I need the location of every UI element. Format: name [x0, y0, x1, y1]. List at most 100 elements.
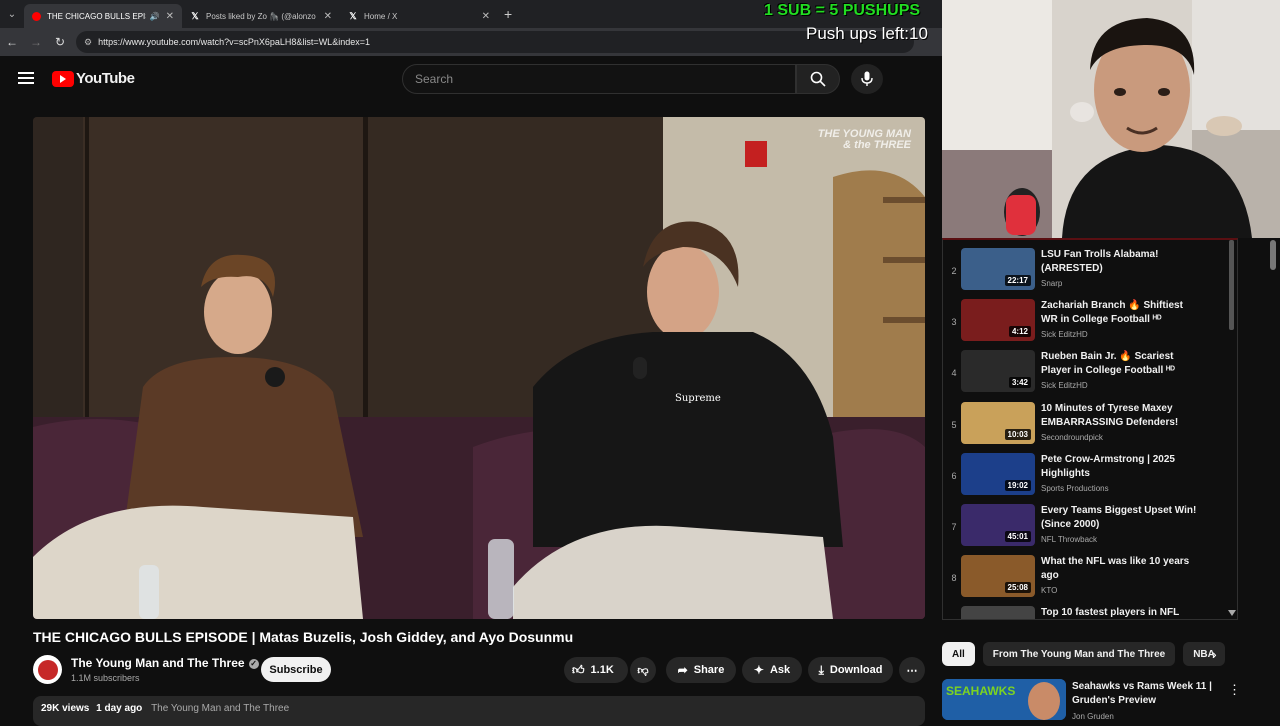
- playlist-item[interactable]: 6 19:02 Pete Crow-Armstrong | 2025 Highl…: [943, 451, 1233, 499]
- playlist-index: 7: [951, 522, 957, 532]
- webcam-overlay: [942, 0, 1280, 238]
- menu-icon[interactable]: [18, 72, 34, 84]
- x-icon: 𝕏: [191, 10, 199, 21]
- like-button[interactable]: 👍︎ 1.1K: [564, 657, 628, 683]
- new-tab-button[interactable]: +: [504, 6, 512, 22]
- youtube-logo[interactable]: YouTube: [52, 70, 135, 87]
- playlist-scrollbar[interactable]: [1226, 238, 1238, 620]
- like-count: 1.1K: [590, 664, 614, 676]
- playlist-item-title[interactable]: Every Teams Biggest Upset Win! (Since 20…: [1041, 504, 1201, 532]
- chevron-right-icon[interactable]: ›: [1212, 646, 1217, 662]
- upload-age: 1 day ago: [96, 703, 143, 714]
- reload-icon[interactable]: ↻: [48, 35, 72, 49]
- close-tab-icon[interactable]: ✕: [166, 11, 174, 22]
- stream-overlay-pushups: Push ups left:10: [806, 24, 928, 43]
- video-title: THE CHICAGO BULLS EPISODE | Matas Buzeli…: [33, 629, 574, 645]
- share-button[interactable]: ➦ Share: [666, 657, 736, 683]
- search-button[interactable]: [796, 64, 840, 94]
- playlist-thumbnail[interactable]: 25:08: [961, 555, 1035, 597]
- search-icon: [810, 71, 826, 87]
- close-tab-icon[interactable]: ✕: [482, 11, 490, 22]
- download-button[interactable]: ⤓ Download: [808, 657, 893, 683]
- search-input[interactable]: Search: [402, 64, 796, 94]
- kebab-menu-icon[interactable]: ⋮: [1228, 682, 1241, 698]
- ask-label: Ask: [769, 664, 791, 676]
- voice-search-button[interactable]: [851, 64, 883, 94]
- playlist-thumbnail[interactable]: 10:03: [961, 402, 1035, 444]
- playlist-thumbnail[interactable]: 45:01: [961, 504, 1035, 546]
- chip-nba[interactable]: NBA: [1183, 642, 1225, 666]
- playlist-panel: 2 22:17 LSU Fan Trolls Alabama! (ARRESTE…: [942, 238, 1238, 620]
- duration-badge: 19:02: [1004, 480, 1031, 491]
- recommended-title[interactable]: Seahawks vs Rams Week 11 | Gruden's Prev…: [1072, 680, 1232, 708]
- playlist-item-channel[interactable]: Secondroundpick: [1041, 433, 1103, 442]
- playlist-item-title[interactable]: Zachariah Branch 🔥 Shiftiest WR in Colle…: [1041, 299, 1201, 327]
- watermark-line2: & the THREE: [843, 139, 911, 151]
- duration-badge: 25:08: [1004, 582, 1031, 593]
- playlist-item[interactable]: 4 3:42 Rueben Bain Jr. 🔥 Scariest Player…: [943, 348, 1233, 396]
- description-box[interactable]: 29K views 1 day ago The Young Man and Th…: [33, 696, 925, 726]
- playlist-thumbnail[interactable]: 22:17: [961, 248, 1035, 290]
- browser-tab-x-home[interactable]: 𝕏 Home / X ✕: [340, 4, 498, 28]
- playlist-item[interactable]: 7 45:01 Every Teams Biggest Upset Win! (…: [943, 502, 1233, 550]
- playlist-item-channel[interactable]: NFL Throwback: [1041, 535, 1097, 544]
- site-info-icon[interactable]: ⚙: [84, 37, 92, 48]
- chip-all[interactable]: All: [942, 642, 975, 666]
- recommended-video[interactable]: SEAHAWKS Seahawks vs Rams Week 11 | Grud…: [942, 678, 1272, 721]
- dislike-button[interactable]: 👎︎: [630, 657, 656, 683]
- playlist-item-title[interactable]: Pete Crow-Armstrong | 2025 Highlights: [1041, 453, 1201, 481]
- playlist-item[interactable]: 3 4:12 Zachariah Branch 🔥 Shiftiest WR i…: [943, 297, 1233, 345]
- speaker-icon[interactable]: 🔊: [150, 12, 160, 21]
- playlist-thumbnail[interactable]: 3:42: [961, 350, 1035, 392]
- tab-search-icon[interactable]: ⌄: [0, 0, 24, 28]
- playlist-item-channel[interactable]: Snarp: [1041, 279, 1062, 288]
- playlist-item-channel[interactable]: Sick EditzHD: [1041, 381, 1088, 390]
- chip-from-channel[interactable]: From The Young Man and The Three: [982, 642, 1176, 666]
- playlist-item[interactable]: 5 10:03 10 Minutes of Tyrese Maxey EMBAR…: [943, 400, 1233, 448]
- youtube-header: YouTube Search: [0, 56, 942, 102]
- channel-name[interactable]: The Young Man and The Three ✓: [71, 656, 259, 670]
- verified-icon: ✓: [248, 658, 259, 669]
- ask-button[interactable]: ✦ Ask: [742, 657, 802, 683]
- playlist-index: 8: [951, 573, 957, 583]
- thumbs-up-icon: 👍︎: [572, 662, 585, 677]
- playlist-thumbnail[interactable]: 4:12: [961, 299, 1035, 341]
- channel-avatar[interactable]: [33, 655, 62, 684]
- playlist-item-title[interactable]: What the NFL was like 10 years ago: [1041, 555, 1201, 583]
- url-text: https://www.youtube.com/watch?v=scPnX6pa…: [98, 37, 370, 47]
- playlist-item-channel[interactable]: Sports Productions: [1041, 484, 1109, 493]
- subscribe-button[interactable]: Subscribe: [261, 657, 331, 682]
- description-channel-link[interactable]: The Young Man and The Three: [151, 703, 289, 714]
- url-field[interactable]: ⚙ https://www.youtube.com/watch?v=scPnX6…: [76, 31, 914, 53]
- filter-chips: All From The Young Man and The Three NBA: [942, 641, 1233, 667]
- playlist-index: 3: [951, 317, 957, 327]
- playlist-thumbnail[interactable]: [961, 606, 1035, 619]
- page-scrollbar[interactable]: [1270, 240, 1276, 270]
- tab-title: Posts liked by Zo 🦍 (@alonzo: [206, 11, 316, 21]
- playlist-item[interactable]: 9 Top 10 fastest players in NFL: [943, 604, 1233, 619]
- video-player[interactable]: Supreme THE YOUNG MAN & the THREE: [33, 117, 925, 619]
- playlist-item-title[interactable]: Top 10 fastest players in NFL: [1041, 606, 1201, 619]
- playlist-item-title[interactable]: Rueben Bain Jr. 🔥 Scariest Player in Col…: [1041, 350, 1201, 378]
- sparkle-icon: ✦: [753, 663, 764, 677]
- download-label: Download: [829, 664, 883, 676]
- thumbs-down-icon: 👎︎: [637, 664, 649, 677]
- playlist-item-channel[interactable]: KTO: [1041, 586, 1057, 595]
- playlist-item[interactable]: 2 22:17 LSU Fan Trolls Alabama! (ARRESTE…: [943, 246, 1233, 294]
- duration-badge: 22:17: [1004, 275, 1031, 286]
- shirt-logo-text: Supreme: [675, 393, 721, 404]
- back-icon[interactable]: ←: [0, 35, 24, 49]
- recommended-thumbnail[interactable]: SEAHAWKS: [942, 679, 1066, 720]
- browser-tab-x-likes[interactable]: 𝕏 Posts liked by Zo 🦍 (@alonzo ✕: [182, 4, 340, 28]
- playlist-item-title[interactable]: LSU Fan Trolls Alabama! (ARRESTED): [1041, 248, 1201, 276]
- more-actions-icon[interactable]: ⋯: [899, 657, 925, 683]
- playlist-item-channel[interactable]: Sick EditzHD: [1041, 330, 1088, 339]
- playlist-item[interactable]: 8 25:08 What the NFL was like 10 years a…: [943, 553, 1233, 601]
- playlist-thumbnail[interactable]: 19:02: [961, 453, 1035, 495]
- x-icon: 𝕏: [349, 10, 357, 21]
- playlist-item-title[interactable]: 10 Minutes of Tyrese Maxey EMBARRASSING …: [1041, 402, 1201, 430]
- forward-icon[interactable]: →: [24, 35, 48, 49]
- close-tab-icon[interactable]: ✕: [324, 11, 332, 22]
- tab-title: Home / X: [364, 11, 398, 21]
- browser-tab-youtube[interactable]: THE CHICAGO BULLS EPISC 🔊 ✕: [24, 4, 182, 28]
